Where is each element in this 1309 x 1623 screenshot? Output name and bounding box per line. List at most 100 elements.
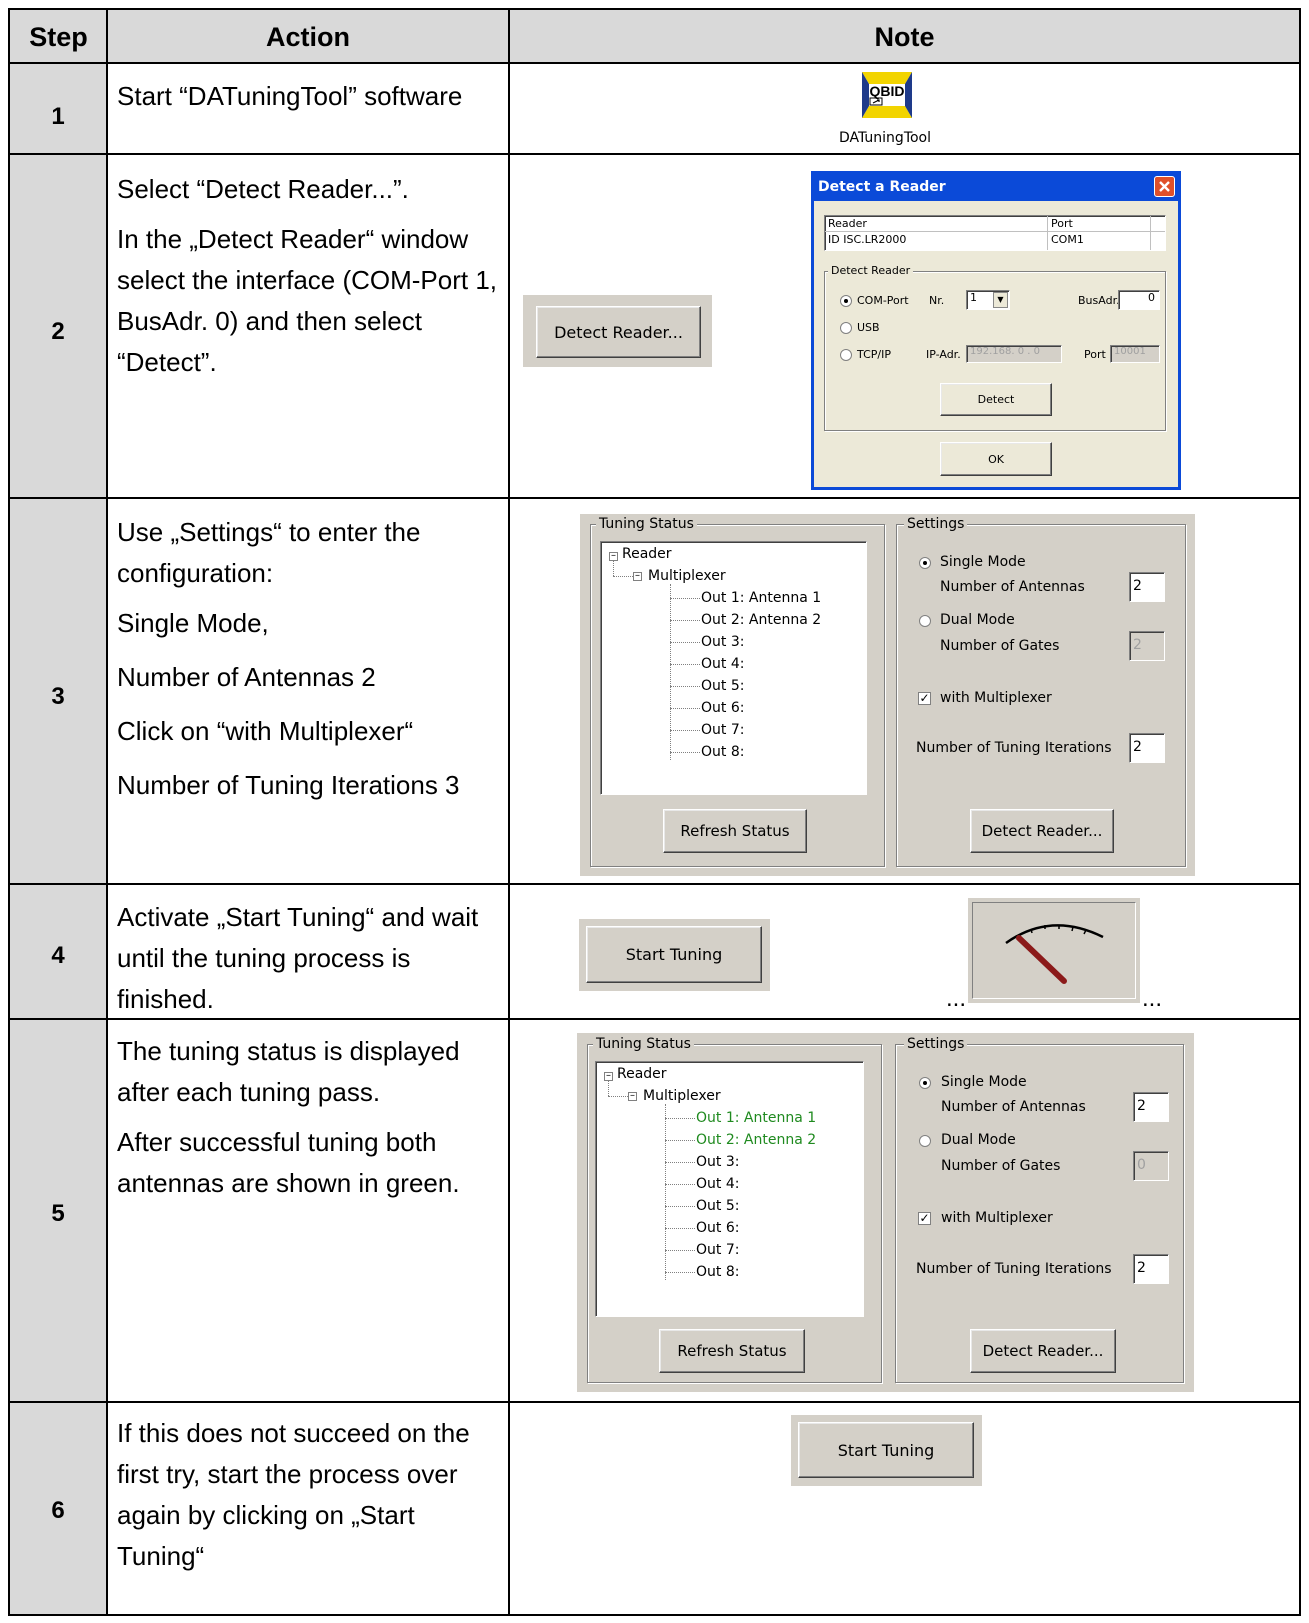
dual-mode-radio[interactable] xyxy=(919,615,931,627)
tree-connector xyxy=(670,730,700,731)
detect-reader-button[interactable]: Detect Reader... xyxy=(970,1329,1116,1373)
tree-connector xyxy=(665,1250,695,1251)
tree-connector xyxy=(613,576,633,577)
tree-out-item[interactable]: Out 6: xyxy=(701,700,744,716)
start-tuning-button[interactable]: Start Tuning xyxy=(798,1422,974,1478)
step-number: 2 xyxy=(51,318,65,345)
reader-list[interactable]: Reader Port ID ISC.LR2000 COM1 xyxy=(824,215,1166,251)
icon-text: QBID xyxy=(869,83,905,99)
tree-out-item[interactable]: Out 3: xyxy=(701,634,744,650)
dual-mode-radio[interactable] xyxy=(919,1135,931,1147)
nr-select[interactable]: 1 ▼ xyxy=(966,290,1010,310)
table-border xyxy=(8,62,1301,64)
collapse-icon[interactable]: – xyxy=(633,571,642,581)
single-mode-radio[interactable] xyxy=(919,1077,931,1089)
usb-radio[interactable] xyxy=(840,322,852,334)
tree-out-item[interactable]: Out 1: Antenna 1 xyxy=(696,1110,816,1126)
tree-out-item[interactable]: Out 3: xyxy=(696,1154,739,1170)
port-input[interactable]: 10001 xyxy=(1110,345,1160,363)
icon-label: DATuningTool xyxy=(838,130,932,146)
datuningtool-icon[interactable]: QBID xyxy=(862,72,912,118)
with-mux-checkbox[interactable]: ✓ xyxy=(918,692,931,705)
busadr-input[interactable]: 0 xyxy=(1118,290,1160,310)
tree-out-item[interactable]: Out 8: xyxy=(701,744,744,760)
action-line: Use „Settings“ to enter the configuratio… xyxy=(117,517,421,588)
tuning-gauge xyxy=(972,902,1136,999)
tree-reader[interactable]: Reader xyxy=(622,546,672,562)
num-antennas-input[interactable]: 2 xyxy=(1133,1092,1169,1122)
num-antennas-input[interactable]: 2 xyxy=(1129,572,1165,602)
tree-out-item[interactable]: Out 2: Antenna 2 xyxy=(701,612,821,628)
tree-multiplexer[interactable]: Multiplexer xyxy=(648,568,726,584)
dual-mode-label: Dual Mode xyxy=(941,1132,1016,1148)
dual-mode-label: Dual Mode xyxy=(940,612,1015,628)
num-gates-input[interactable]: 2 xyxy=(1129,631,1165,661)
tree-out-item[interactable]: Out 7: xyxy=(696,1242,739,1258)
action-line: Click on “with Multiplexer“ xyxy=(117,716,414,746)
refresh-status-button[interactable]: Refresh Status xyxy=(663,809,807,853)
iterations-input[interactable]: 2 xyxy=(1129,733,1165,763)
tree-connector xyxy=(670,664,700,665)
tree-out-item[interactable]: Out 2: Antenna 2 xyxy=(696,1132,816,1148)
tcpip-radio[interactable] xyxy=(840,349,852,361)
busadr-label: BusAdr. xyxy=(1078,294,1120,307)
nr-label: Nr. xyxy=(929,294,945,307)
tree-out-item[interactable]: Out 4: xyxy=(701,656,744,672)
tree-connector xyxy=(670,584,671,760)
tree-reader[interactable]: Reader xyxy=(617,1066,667,1082)
ipadr-input[interactable]: 192.168. 0 . 0 xyxy=(966,345,1062,363)
tree-connector xyxy=(665,1272,695,1273)
detect-button[interactable]: Detect xyxy=(940,383,1052,416)
iterations-input[interactable]: 2 xyxy=(1133,1254,1169,1284)
tree-out-item[interactable]: Out 7: xyxy=(701,722,744,738)
dialog-body: Reader Port ID ISC.LR2000 COM1 Detect Re… xyxy=(814,201,1178,487)
reader-row-port[interactable]: COM1 xyxy=(1051,233,1084,246)
ipadr-value: 192.168. 0 . 0 xyxy=(970,346,1040,357)
tree-out-item[interactable]: Out 4: xyxy=(696,1176,739,1192)
action-text: If this does not succeed on the first tr… xyxy=(117,1413,505,1577)
reader-row-name[interactable]: ID ISC.LR2000 xyxy=(828,233,906,246)
header-action: Action xyxy=(266,22,350,52)
action-text: Activate „Start Tuning“ and wait until t… xyxy=(117,897,505,1020)
detect-reader-button[interactable]: Detect Reader... xyxy=(536,306,701,358)
table-border xyxy=(8,497,1301,499)
tree-connector xyxy=(665,1104,666,1280)
tuning-tree[interactable]: – Reader – Multiplexer Out 1: Antenna 1 … xyxy=(595,1061,864,1317)
tree-connector xyxy=(665,1228,695,1229)
collapse-icon[interactable]: – xyxy=(628,1091,637,1101)
detect-reader-group-label: Detect Reader xyxy=(828,264,914,277)
step-column-bg xyxy=(10,63,107,1616)
tree-out-item[interactable]: Out 6: xyxy=(696,1220,739,1236)
action-line: Number of Tuning Iterations 3 xyxy=(117,770,460,800)
tree-connector xyxy=(608,1081,609,1096)
step-number: 5 xyxy=(51,1200,65,1227)
tree-out-item[interactable]: Out 8: xyxy=(696,1264,739,1280)
col-port-header: Port xyxy=(1051,217,1073,230)
tree-multiplexer[interactable]: Multiplexer xyxy=(643,1088,721,1104)
com-port-radio[interactable] xyxy=(840,295,852,307)
step-number: 1 xyxy=(51,103,65,130)
header-step: Step xyxy=(29,22,88,52)
single-mode-radio[interactable] xyxy=(919,557,931,569)
num-gates-label: Number of Gates xyxy=(941,1158,1061,1174)
detect-reader-button[interactable]: Detect Reader... xyxy=(970,809,1114,853)
tuning-gauge-panel xyxy=(968,898,1140,1003)
tree-out-item[interactable]: Out 5: xyxy=(696,1198,739,1214)
collapse-icon[interactable]: – xyxy=(604,1071,613,1081)
start-tuning-button[interactable]: Start Tuning xyxy=(586,926,762,983)
port-value: 10001 xyxy=(1114,346,1146,357)
tree-out-item[interactable]: Out 1: Antenna 1 xyxy=(701,590,821,606)
with-mux-checkbox[interactable]: ✓ xyxy=(918,1212,931,1225)
dialog-close-button[interactable] xyxy=(1154,176,1175,197)
col-reader-header: Reader xyxy=(828,217,867,230)
header-note: Note xyxy=(874,22,935,52)
ok-button[interactable]: OK xyxy=(940,442,1052,476)
tuning-tree[interactable]: – Reader – Multiplexer Out 1: Antenna 1 … xyxy=(600,541,867,795)
collapse-icon[interactable]: – xyxy=(609,551,618,561)
list-divider xyxy=(825,231,1165,232)
tree-out-item[interactable]: Out 5: xyxy=(701,678,744,694)
num-gates-input[interactable]: 0 xyxy=(1133,1151,1169,1181)
refresh-status-button[interactable]: Refresh Status xyxy=(659,1329,805,1373)
tree-connector xyxy=(670,620,700,621)
action-text: Use „Settings“ to enter the configuratio… xyxy=(117,512,505,806)
